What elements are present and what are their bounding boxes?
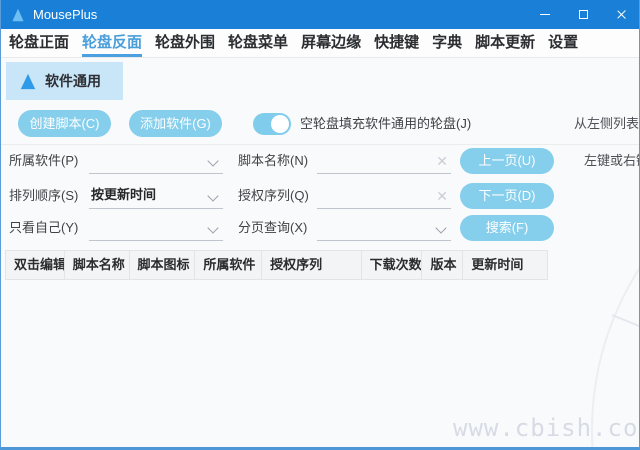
col-download-count[interactable]: 下载次数 [362, 251, 423, 279]
minimize-button[interactable] [526, 0, 564, 29]
col-owner-software[interactable]: 所属软件 [195, 251, 262, 279]
close-button[interactable] [602, 0, 640, 29]
tab-wheel-outer[interactable]: 轮盘外围 [155, 29, 215, 57]
add-software-button[interactable]: 添加软件(G) [129, 110, 222, 137]
wheel-arc-graphic [591, 130, 640, 450]
maximize-button[interactable] [564, 0, 602, 29]
page-query-select[interactable] [317, 215, 451, 241]
tab-wheel-front[interactable]: 轮盘正面 [9, 29, 69, 57]
next-page-button[interactable]: 下一页(D) [460, 183, 554, 209]
fill-empty-wheel-toggle[interactable] [253, 113, 291, 135]
tab-script-update[interactable]: 脚本更新 [475, 29, 535, 57]
window-title: MousePlus [33, 7, 97, 22]
toolbar-separator [1, 144, 640, 145]
app-logo-icon [11, 8, 25, 22]
owner-software-select[interactable] [89, 148, 223, 174]
script-name-input[interactable]: ✕ [317, 148, 451, 174]
tab-hotkeys[interactable]: 快捷键 [374, 29, 419, 57]
toolbar-right-hint: 从左侧列表 [574, 110, 639, 137]
script-name-label: 脚本名称(N) [238, 148, 308, 174]
minimize-icon [540, 14, 550, 15]
sort-order-select[interactable]: 按更新时间 [89, 183, 223, 209]
toggle-knob [271, 115, 289, 133]
col-license-serial[interactable]: 授权序列 [262, 251, 362, 279]
tab-wheel-back[interactable]: 轮盘反面 [82, 29, 142, 57]
owner-software-label: 所属软件(P) [9, 148, 78, 174]
col-script-icon[interactable]: 脚本图标 [130, 251, 196, 279]
titlebar: MousePlus [0, 0, 640, 29]
clear-icon[interactable]: ✕ [436, 153, 448, 170]
sort-order-label: 排列顺序(S) [9, 183, 78, 209]
results-table-header: 双击编辑 脚本名称 脚本图标 所属软件 授权序列 下载次数 版本 更新时间 [5, 250, 548, 280]
tab-settings[interactable]: 设置 [548, 29, 578, 57]
mouseplus-window: www.cbish.com MousePlus 轮盘正面 轮盘反面 轮盘外围 轮… [0, 0, 640, 450]
col-version[interactable]: 版本 [422, 251, 463, 279]
watermark: www.cbish.com [453, 414, 640, 442]
maximize-icon [579, 10, 588, 19]
window-controls [526, 0, 640, 29]
close-icon [616, 9, 627, 20]
clear-icon[interactable]: ✕ [436, 188, 448, 205]
prev-page-button[interactable]: 上一页(U) [460, 148, 554, 174]
col-double-click-edit[interactable]: 双击编辑 [6, 251, 65, 279]
only-mine-label: 只看自己(Y) [9, 215, 78, 241]
chevron-down-icon[interactable] [207, 222, 218, 233]
sort-order-value: 按更新时间 [89, 183, 223, 207]
toggle-label: 空轮盘填充软件通用的轮盘(J) [300, 110, 471, 137]
only-mine-select[interactable] [89, 215, 223, 241]
page-query-label: 分页查询(X) [238, 215, 307, 241]
create-script-button[interactable]: 创建脚本(C) [18, 110, 111, 137]
subtab-label: 软件通用 [45, 71, 101, 91]
license-serial-label: 授权序列(Q) [238, 183, 309, 209]
license-serial-input[interactable]: ✕ [317, 183, 451, 209]
tab-screen-edge[interactable]: 屏幕边缘 [301, 29, 361, 57]
tab-wheel-menu[interactable]: 轮盘菜单 [228, 29, 288, 57]
main-tabbar: 轮盘正面 轮盘反面 轮盘外围 轮盘菜单 屏幕边缘 快捷键 字典 脚本更新 设置 [1, 29, 639, 58]
search-button[interactable]: 搜索(F) [460, 215, 554, 241]
col-update-time[interactable]: 更新时间 [463, 251, 547, 279]
tab-dictionary[interactable]: 字典 [432, 29, 462, 57]
cursor-triangle-icon [20, 73, 36, 90]
form-right-hint: 左键或右键 [584, 148, 640, 174]
subtab-software-general[interactable]: 软件通用 [6, 62, 123, 100]
col-script-name[interactable]: 脚本名称 [65, 251, 130, 279]
chevron-down-icon[interactable] [435, 222, 446, 233]
chevron-down-icon[interactable] [207, 155, 218, 166]
